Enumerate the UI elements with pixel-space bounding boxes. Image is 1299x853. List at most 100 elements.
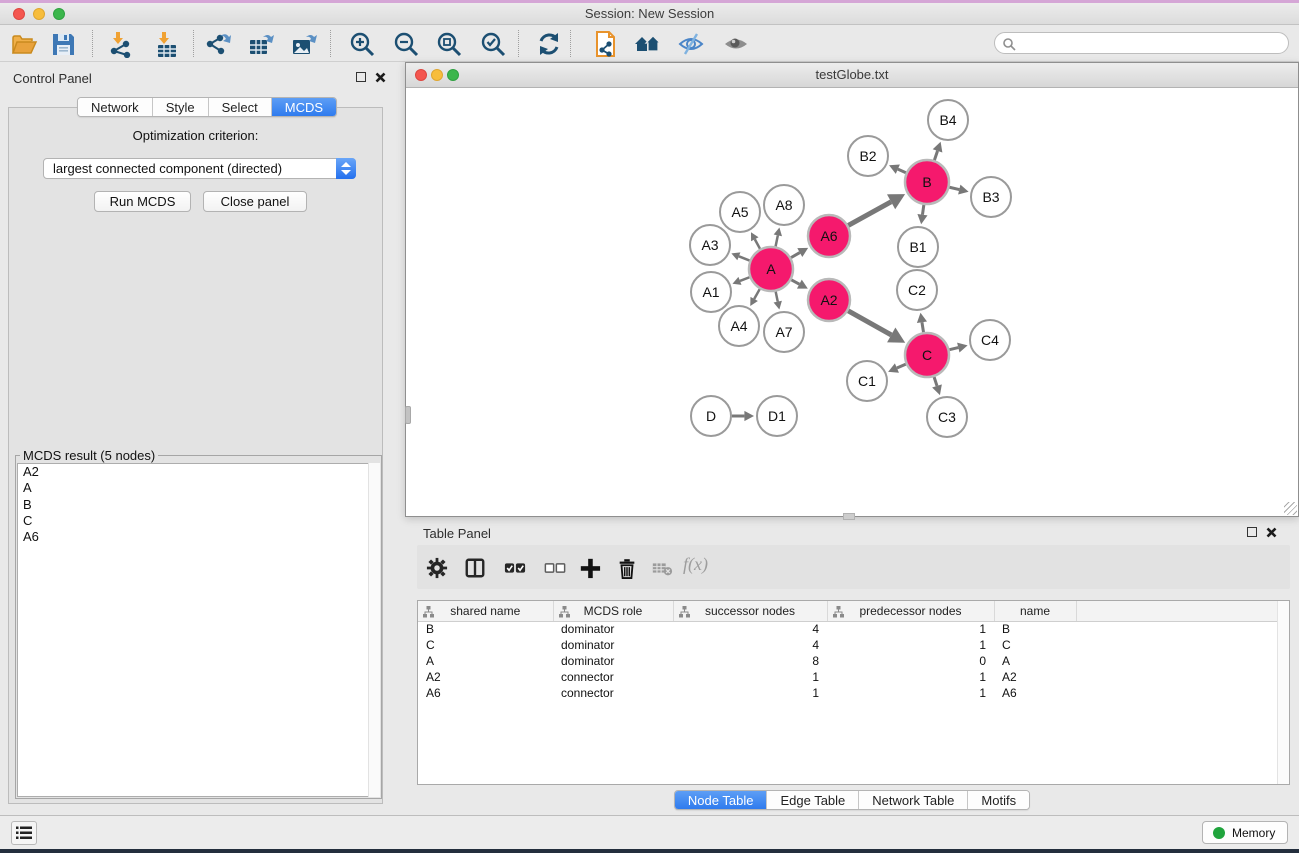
table-scrollbar[interactable] (1277, 601, 1289, 784)
table-settings-gear-icon[interactable] (425, 557, 449, 579)
table-cell[interactable]: dominator (553, 653, 673, 669)
graph-edge-A2-C[interactable] (848, 311, 891, 335)
node-table[interactable]: shared nameMCDS rolesuccessor nodesprede… (417, 600, 1290, 785)
table-cell[interactable]: A (418, 653, 553, 669)
run-mcds-button[interactable]: Run MCDS (94, 191, 191, 212)
mcds-result-list[interactable]: A2ABCA6 (17, 463, 380, 797)
graph-edge-C-C1[interactable] (897, 364, 906, 368)
graph-edge-C-C4[interactable] (949, 348, 958, 350)
table-cell[interactable]: 4 (673, 637, 827, 653)
import-network-icon[interactable] (106, 30, 134, 58)
table-row[interactable]: Adominator80A (418, 653, 1278, 669)
column-header-shared-name[interactable]: shared name (418, 601, 553, 621)
table-row[interactable]: Bdominator41B (418, 621, 1278, 637)
graph-edge-A-A2[interactable] (791, 280, 799, 284)
network-window-titlebar[interactable]: testGlobe.txt (406, 63, 1298, 88)
delete-table-icon[interactable] (650, 557, 674, 579)
app-titlebar[interactable]: Session: New Session (0, 3, 1299, 25)
close-window-button[interactable] (13, 8, 25, 20)
graph-edge-A-A6[interactable] (791, 253, 800, 258)
close-panel-icon[interactable] (1266, 527, 1277, 538)
table-cell[interactable]: C (994, 637, 1076, 653)
result-item[interactable]: A2 (18, 464, 379, 480)
graph-edge-B-B1[interactable] (922, 205, 923, 215)
table-cell[interactable]: 1 (827, 621, 994, 637)
tab-motifs[interactable]: Motifs (968, 791, 1029, 809)
tab-mcds[interactable]: MCDS (272, 98, 336, 116)
graph-edge-C-C2[interactable] (922, 322, 924, 332)
refresh-icon[interactable] (535, 30, 563, 58)
table-row[interactable]: A6connector11A6 (418, 685, 1278, 701)
import-table-icon[interactable] (152, 30, 180, 58)
table-row[interactable]: A2connector11A2 (418, 669, 1278, 685)
tab-network-table[interactable]: Network Table (859, 791, 968, 809)
zoom-view-button[interactable] (447, 69, 459, 81)
graph-edge-A-A5[interactable] (755, 239, 760, 249)
table-cell[interactable]: 1 (827, 669, 994, 685)
table-cell[interactable]: connector (553, 685, 673, 701)
task-history-button[interactable] (11, 821, 37, 845)
tab-node-table[interactable]: Node Table (675, 791, 768, 809)
show-columns-icon[interactable] (463, 557, 487, 579)
result-item[interactable]: A (18, 480, 379, 496)
close-view-button[interactable] (415, 69, 427, 81)
delete-column-trash-icon[interactable] (615, 557, 639, 579)
column-header-MCDS-role[interactable]: MCDS role (553, 601, 673, 621)
table-cell[interactable]: 1 (673, 669, 827, 685)
close-panel-button[interactable]: Close panel (203, 191, 307, 212)
zoom-in-icon[interactable] (348, 30, 376, 58)
table-cell[interactable]: 1 (827, 637, 994, 653)
graph-edge-B-B3[interactable] (949, 187, 959, 189)
split-pane-handle[interactable] (843, 513, 855, 520)
network-canvas[interactable]: B4B2BB3A5A8A6A3B1AA1C2A2A4A7C4CC1C3DD1 (406, 88, 1298, 516)
table-row[interactable]: Cdominator41C (418, 637, 1278, 653)
export-image-icon[interactable] (290, 30, 318, 58)
tab-select[interactable]: Select (209, 98, 272, 116)
graph-edge-A6-B[interactable] (848, 202, 891, 226)
graph-edge-A-A4[interactable] (754, 289, 760, 299)
open-file-icon[interactable] (10, 30, 38, 58)
window-resize-grip[interactable] (1284, 502, 1297, 515)
tab-style[interactable]: Style (153, 98, 209, 116)
table-cell[interactable]: 1 (827, 685, 994, 701)
float-panel-icon[interactable] (1247, 527, 1257, 537)
table-cell[interactable]: A2 (418, 669, 553, 685)
export-network-icon[interactable] (204, 30, 232, 58)
result-item[interactable]: B (18, 497, 379, 513)
table-cell[interactable]: B (994, 621, 1076, 637)
search-input[interactable] (1019, 34, 1279, 52)
graph-edge-C-C3[interactable] (934, 377, 937, 386)
zoom-selected-icon[interactable] (479, 30, 507, 58)
table-cell[interactable]: dominator (553, 637, 673, 653)
graph-edge-A-A1[interactable] (740, 277, 750, 281)
graph-edge-B-B4[interactable] (934, 151, 937, 160)
table-cell[interactable]: 8 (673, 653, 827, 669)
tab-network[interactable]: Network (78, 98, 153, 116)
zoom-fit-icon[interactable] (435, 30, 463, 58)
hide-selected-icon[interactable] (677, 30, 705, 58)
tab-edge-table[interactable]: Edge Table (767, 791, 859, 809)
column-header-successor-nodes[interactable]: successor nodes (673, 601, 827, 621)
table-cell[interactable]: 4 (673, 621, 827, 637)
export-table-icon[interactable] (247, 30, 275, 58)
table-cell[interactable]: A2 (994, 669, 1076, 685)
result-item[interactable]: C (18, 513, 379, 529)
table-cell[interactable]: 1 (673, 685, 827, 701)
save-session-icon[interactable] (49, 30, 77, 58)
unselect-all-columns-icon[interactable] (543, 557, 567, 579)
table-cell[interactable]: C (418, 637, 553, 653)
minimize-view-button[interactable] (431, 69, 443, 81)
create-column-plus-icon[interactable] (578, 557, 602, 579)
graph-edge-A-A7[interactable] (776, 292, 778, 302)
canvas-scrollbar-nub[interactable] (405, 406, 411, 424)
float-panel-icon[interactable] (356, 72, 366, 82)
column-header-predecessor-nodes[interactable]: predecessor nodes (827, 601, 994, 621)
optimization-criterion-select[interactable]: largest connected component (directed) (43, 158, 356, 179)
first-neighbors-icon[interactable] (634, 30, 662, 58)
zoom-window-button[interactable] (53, 8, 65, 20)
result-item[interactable]: A6 (18, 529, 379, 545)
memory-button[interactable]: Memory (1202, 821, 1288, 844)
graph-edge-A-A3[interactable] (739, 256, 750, 260)
show-all-icon[interactable] (722, 30, 750, 58)
table-cell[interactable]: connector (553, 669, 673, 685)
